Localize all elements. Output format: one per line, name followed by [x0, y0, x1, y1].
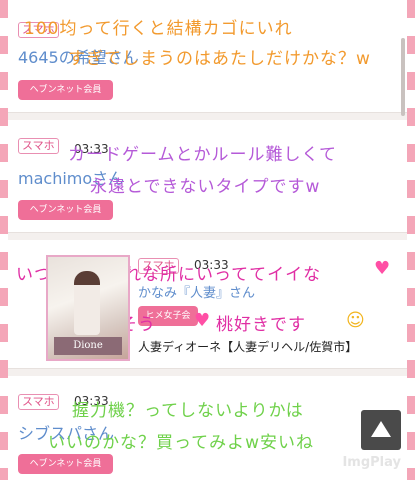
- member-badge[interactable]: ヘブンネット会員: [18, 200, 113, 220]
- photo-figure: [74, 271, 100, 335]
- handwritten-text: いいのかな？買ってみよw安いね: [48, 433, 315, 453]
- smile-icon: ☺: [346, 310, 365, 331]
- handwritten-text: カードゲームとかルール難しくて: [68, 145, 337, 165]
- heart-icon: ♥: [374, 258, 391, 279]
- profile-photo[interactable]: Dione: [46, 255, 130, 361]
- device-tag: スマホ: [18, 138, 59, 154]
- heart-icon: ♥: [194, 310, 211, 331]
- comment-feed[interactable]: スマホ 4645の希望さん ヘブンネット会員 100均って行くと結構カゴにいれ …: [8, 0, 407, 480]
- scroll-top-button[interactable]: [361, 410, 401, 450]
- handwritten-text: 桃好きです: [216, 315, 306, 335]
- scrollbar[interactable]: [401, 38, 405, 116]
- scroll-to-top-icon: [371, 421, 391, 437]
- member-badge[interactable]: ヘブンネット会員: [18, 454, 113, 474]
- handwritten-text: 握力機？ってしないよりかは: [72, 401, 304, 421]
- handwritten-text: 永遠とできないタイプですw: [90, 177, 321, 197]
- comment-card: スマホ 03:33 machimoさん ヘブンネット会員 カードゲームとかルール…: [8, 120, 407, 233]
- photo-label: Dione: [54, 337, 122, 355]
- right-stripe: [407, 0, 415, 480]
- watermark: ImgPlay: [342, 455, 401, 470]
- shop-name[interactable]: 人妻ディオーネ【人妻デリヘル/佐賀市】: [138, 338, 357, 355]
- device-tag: スマホ: [18, 394, 59, 410]
- comment-card: スマホ 4645の希望さん ヘブンネット会員 100均って行くと結構カゴにいれ …: [8, 0, 407, 113]
- handwritten-text: 100均って行くと結構カゴにいれ: [24, 19, 293, 39]
- left-stripe: [0, 0, 8, 480]
- member-badge[interactable]: ヘブンネット会員: [18, 80, 113, 100]
- handwritten-text: すぎてしまうのはあたしだけかな？w: [68, 49, 371, 69]
